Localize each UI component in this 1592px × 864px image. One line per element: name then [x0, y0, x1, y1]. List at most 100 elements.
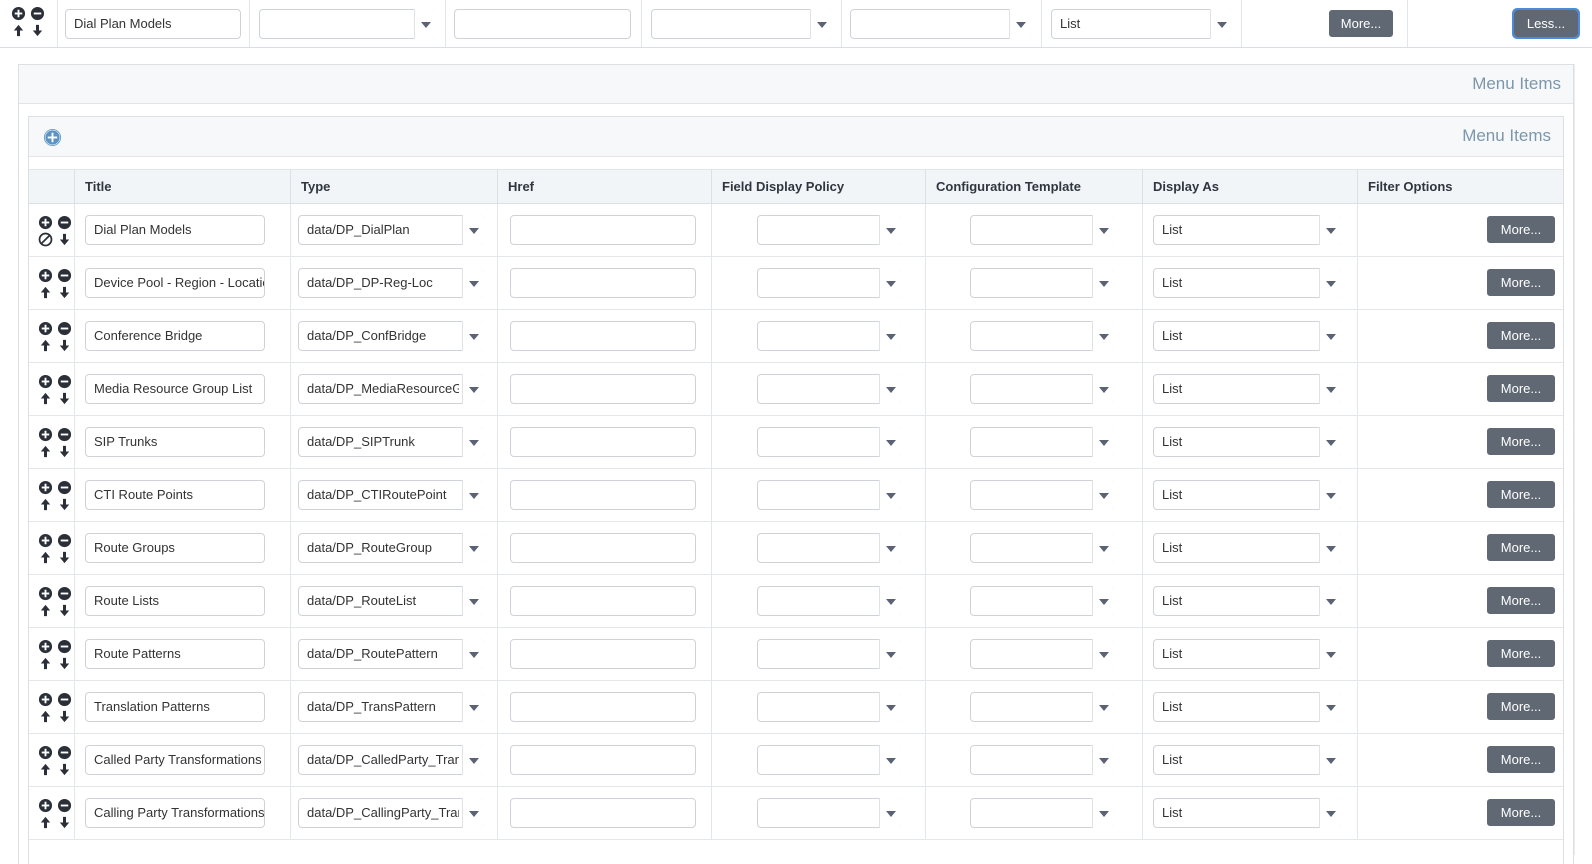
row-configuration-template-select[interactable] [970, 374, 1114, 404]
row-configuration-template-select[interactable] [970, 321, 1114, 351]
row-type-select[interactable]: data/DP_CalledParty_Transformation [298, 745, 484, 775]
row-type-select[interactable]: data/DP_DialPlan [298, 215, 484, 245]
add-circle-icon[interactable] [38, 745, 53, 760]
row-field-display-policy-select[interactable] [757, 374, 901, 404]
add-circle-icon[interactable] [38, 586, 53, 601]
row-type-select[interactable]: data/DP_TransPattern [298, 692, 484, 722]
toolbar-display-as-select[interactable]: List [1051, 9, 1232, 39]
row-type-select[interactable]: data/DP_MediaResourceGroupList [298, 374, 484, 404]
move-down-icon[interactable] [57, 338, 72, 353]
row-configuration-template-select[interactable] [970, 268, 1114, 298]
row-type-select[interactable]: data/DP_ConfBridge [298, 321, 484, 351]
move-remove-icon[interactable] [30, 6, 45, 21]
row-title-input[interactable]: Dial Plan Models [85, 215, 265, 245]
remove-circle-icon[interactable] [57, 798, 72, 813]
move-down-icon[interactable] [57, 391, 72, 406]
row-title-input[interactable]: Route Patterns [85, 639, 265, 669]
add-circle-icon[interactable] [38, 692, 53, 707]
row-href-input[interactable] [510, 268, 696, 298]
remove-circle-icon[interactable] [57, 215, 72, 230]
row-type-select[interactable]: data/DP_DP-Reg-Loc [298, 268, 484, 298]
toolbar-title-input[interactable]: Dial Plan Models [65, 9, 241, 39]
row-href-input[interactable] [510, 533, 696, 563]
row-field-display-policy-select[interactable] [757, 586, 901, 616]
row-type-select[interactable]: data/DP_RouteGroup [298, 533, 484, 563]
row-more-button[interactable]: More... [1487, 481, 1555, 508]
add-circle-icon[interactable] [38, 268, 53, 283]
toolbar-type-select[interactable] [259, 9, 436, 39]
row-title-input[interactable]: Translation Patterns [85, 692, 265, 722]
row-field-display-policy-select[interactable] [757, 798, 901, 828]
move-up-icon[interactable] [38, 762, 53, 777]
remove-circle-icon[interactable] [57, 427, 72, 442]
row-display-as-select[interactable]: List [1153, 745, 1341, 775]
row-title-input[interactable]: Route Lists [85, 586, 265, 616]
row-href-input[interactable] [510, 639, 696, 669]
row-href-input[interactable] [510, 692, 696, 722]
row-field-display-policy-select[interactable] [757, 745, 901, 775]
row-more-button[interactable]: More... [1487, 322, 1555, 349]
move-down-icon[interactable] [57, 656, 72, 671]
move-down-icon[interactable] [57, 550, 72, 565]
row-more-button[interactable]: More... [1487, 587, 1555, 614]
move-down-icon[interactable] [57, 285, 72, 300]
move-down-icon[interactable] [57, 815, 72, 830]
row-title-input[interactable]: SIP Trunks [85, 427, 265, 457]
row-field-display-policy-select[interactable] [757, 692, 901, 722]
move-up-icon[interactable] [38, 285, 53, 300]
remove-circle-icon[interactable] [57, 268, 72, 283]
toolbar-href-input[interactable] [454, 9, 631, 39]
row-display-as-select[interactable]: List [1153, 427, 1341, 457]
move-down-icon[interactable] [57, 709, 72, 724]
row-type-select[interactable]: data/DP_CTIRoutePoint [298, 480, 484, 510]
move-up-icon[interactable] [38, 497, 53, 512]
row-type-select[interactable]: data/DP_CallingParty_Transformation [298, 798, 484, 828]
row-configuration-template-select[interactable] [970, 639, 1114, 669]
move-up-icon[interactable] [38, 815, 53, 830]
remove-circle-icon[interactable] [57, 533, 72, 548]
move-down-icon[interactable] [57, 497, 72, 512]
row-display-as-select[interactable]: List [1153, 639, 1341, 669]
row-more-button[interactable]: More... [1487, 216, 1555, 243]
add-circle-icon[interactable] [38, 533, 53, 548]
row-configuration-template-select[interactable] [970, 427, 1114, 457]
row-field-display-policy-select[interactable] [757, 639, 901, 669]
row-title-input[interactable]: Called Party Transformations [85, 745, 265, 775]
row-configuration-template-select[interactable] [970, 215, 1114, 245]
row-display-as-select[interactable]: List [1153, 321, 1341, 351]
remove-circle-icon[interactable] [57, 586, 72, 601]
row-display-as-select[interactable]: List [1153, 692, 1341, 722]
row-href-input[interactable] [510, 321, 696, 351]
row-href-input[interactable] [510, 374, 696, 404]
row-field-display-policy-select[interactable] [757, 480, 901, 510]
row-display-as-select[interactable]: List [1153, 533, 1341, 563]
less-button[interactable]: Less... [1514, 10, 1578, 37]
row-title-input[interactable]: Calling Party Transformations [85, 798, 265, 828]
add-circle-icon[interactable] [43, 128, 62, 147]
move-up-icon[interactable] [38, 391, 53, 406]
move-up-icon[interactable] [11, 23, 26, 38]
row-title-input[interactable]: Device Pool - Region - Location [85, 268, 265, 298]
row-href-input[interactable] [510, 798, 696, 828]
remove-circle-icon[interactable] [57, 745, 72, 760]
move-down-icon[interactable] [57, 603, 72, 618]
move-down-icon[interactable] [30, 23, 45, 38]
add-circle-icon[interactable] [38, 798, 53, 813]
row-title-input[interactable]: Route Groups [85, 533, 265, 563]
row-href-input[interactable] [510, 480, 696, 510]
row-display-as-select[interactable]: List [1153, 215, 1341, 245]
row-field-display-policy-select[interactable] [757, 268, 901, 298]
remove-circle-icon[interactable] [57, 480, 72, 495]
move-down-icon[interactable] [57, 444, 72, 459]
add-circle-icon[interactable] [38, 639, 53, 654]
row-title-input[interactable]: Conference Bridge [85, 321, 265, 351]
remove-circle-icon[interactable] [57, 692, 72, 707]
move-up-icon[interactable] [38, 603, 53, 618]
add-circle-icon[interactable] [38, 427, 53, 442]
row-more-button[interactable]: More... [1487, 375, 1555, 402]
toolbar-configuration-template-select[interactable] [850, 9, 1031, 39]
row-display-as-select[interactable]: List [1153, 268, 1341, 298]
row-type-select[interactable]: data/DP_SIPTrunk [298, 427, 484, 457]
row-display-as-select[interactable]: List [1153, 480, 1341, 510]
row-display-as-select[interactable]: List [1153, 798, 1341, 828]
